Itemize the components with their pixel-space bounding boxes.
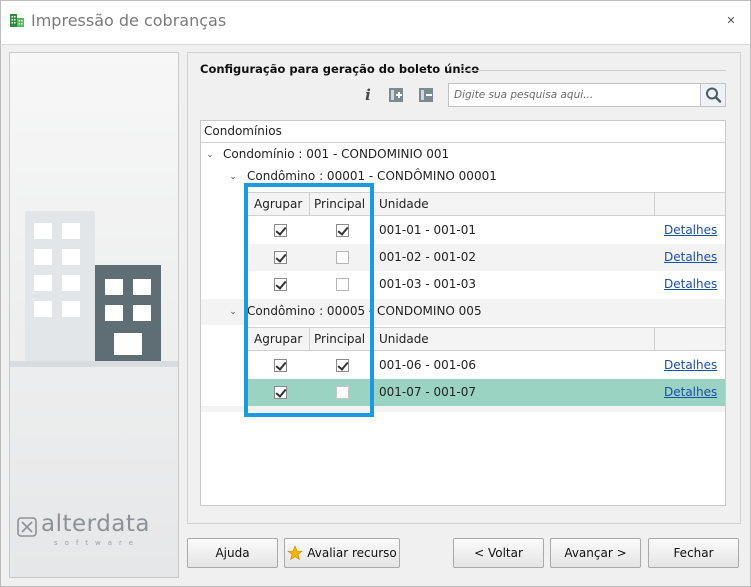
window-title: Impressão de cobranças (31, 11, 227, 30)
search-input[interactable] (449, 84, 699, 106)
condomino-label: Condômino : 00005 - CONDOMINO 005 (247, 304, 482, 318)
tree-header: Condomínios (201, 121, 725, 143)
condomino-label: Condômino : 00001 - CONDÔMINO 00001 (247, 169, 497, 183)
chevron-down-icon[interactable]: ⌄ (205, 150, 215, 160)
condomino-node[interactable]: ⌄ Condômino : 00001 - CONDÔMINO 00001 (201, 166, 725, 188)
back-button[interactable]: < Voltar (453, 538, 544, 568)
detalhes-link[interactable]: Detalhes (664, 250, 717, 264)
detalhes-link[interactable]: Detalhes (664, 277, 717, 291)
column-unidade: Unidade (379, 197, 429, 211)
back-button-label: < Voltar (474, 546, 523, 560)
column-principal: Principal (314, 332, 366, 346)
chevron-down-icon[interactable]: ⌄ (228, 172, 238, 182)
agrupar-checkbox[interactable] (274, 251, 287, 264)
table-row[interactable]: 001-03 - 001-03 Detalhes (246, 271, 725, 298)
buildings-app-icon (10, 14, 24, 27)
detalhes-link[interactable]: Detalhes (664, 358, 717, 372)
principal-checkbox[interactable] (336, 251, 349, 264)
column-agrupar: Agrupar (254, 332, 303, 346)
condominios-tree: Condomínios ⌄ Condomínio : 001 - CONDOMI… (200, 120, 726, 506)
unidade-cell: 001-03 - 001-03 (379, 277, 476, 291)
close-button[interactable]: Fechar (648, 538, 739, 568)
agrupar-checkbox[interactable] (274, 278, 287, 291)
principal-checkbox[interactable] (336, 224, 349, 237)
help-button-label: Ajuda (215, 546, 250, 560)
grid-header: Agrupar Principal Unidade (246, 192, 725, 216)
unidade-cell: 001-07 - 001-07 (379, 385, 476, 399)
agrupar-checkbox[interactable] (274, 359, 287, 372)
info-icon[interactable]: i (360, 87, 376, 103)
agrupar-checkbox[interactable] (274, 386, 287, 399)
close-button-label: Fechar (673, 546, 714, 560)
close-window-icon[interactable]: ✕ (724, 14, 738, 28)
principal-checkbox[interactable] (336, 278, 349, 291)
unidade-cell: 001-06 - 001-06 (379, 358, 476, 372)
brand-name: alterdata (41, 511, 151, 537)
tree-header-label: Condomínios (204, 124, 282, 138)
side-illustration-panel: alterdata software (9, 52, 179, 578)
star-icon (287, 545, 304, 561)
grid-header: Agrupar Principal Unidade (246, 327, 725, 351)
collapse-all-icon[interactable] (418, 87, 434, 103)
condominio-node[interactable]: ⌄ Condomínio : 001 - CONDOMINIO 001 (201, 144, 725, 166)
column-unidade: Unidade (379, 332, 429, 346)
table-row-selected[interactable]: 001-07 - 001-07 Detalhes (246, 379, 725, 406)
next-button[interactable]: Avançar > (550, 538, 641, 568)
buildings-illustration (10, 211, 178, 537)
magnifier-icon (706, 87, 722, 103)
brand-tagline: software (54, 539, 141, 547)
group-divider (460, 70, 726, 71)
help-button[interactable]: Ajuda (187, 538, 278, 568)
alterdata-logo (17, 517, 37, 537)
principal-checkbox[interactable] (336, 386, 349, 399)
condominio-label: Condomínio : 001 - CONDOMINIO 001 (223, 147, 450, 161)
rate-feature-button[interactable]: Avaliar recurso (284, 538, 400, 568)
expand-all-icon[interactable] (388, 87, 404, 103)
condomino-node[interactable]: ⌄ Condômino : 00005 - CONDOMINO 005 (201, 299, 725, 325)
unidade-cell: 001-01 - 001-01 (379, 223, 476, 237)
unidade-cell: 001-02 - 001-02 (379, 250, 476, 264)
chevron-down-icon[interactable]: ⌄ (228, 307, 238, 317)
column-agrupar: Agrupar (254, 197, 303, 211)
agrupar-checkbox[interactable] (274, 224, 287, 237)
rate-feature-label: Avaliar recurso (307, 546, 397, 560)
tree-filler (201, 406, 725, 412)
next-button-label: Avançar > (564, 546, 627, 560)
detalhes-link[interactable]: Detalhes (664, 385, 717, 399)
detalhes-link[interactable]: Detalhes (664, 223, 717, 237)
search-button[interactable] (700, 84, 725, 106)
column-principal: Principal (314, 197, 366, 211)
group-title: Configuração para geração do boleto únic… (200, 62, 480, 76)
table-row[interactable]: 001-02 - 001-02 Detalhes (246, 244, 725, 271)
search-box (448, 83, 726, 107)
table-row[interactable]: 001-01 - 001-01 Detalhes (246, 217, 725, 244)
table-row[interactable]: 001-06 - 001-06 Detalhes (246, 352, 725, 379)
principal-checkbox[interactable] (336, 359, 349, 372)
